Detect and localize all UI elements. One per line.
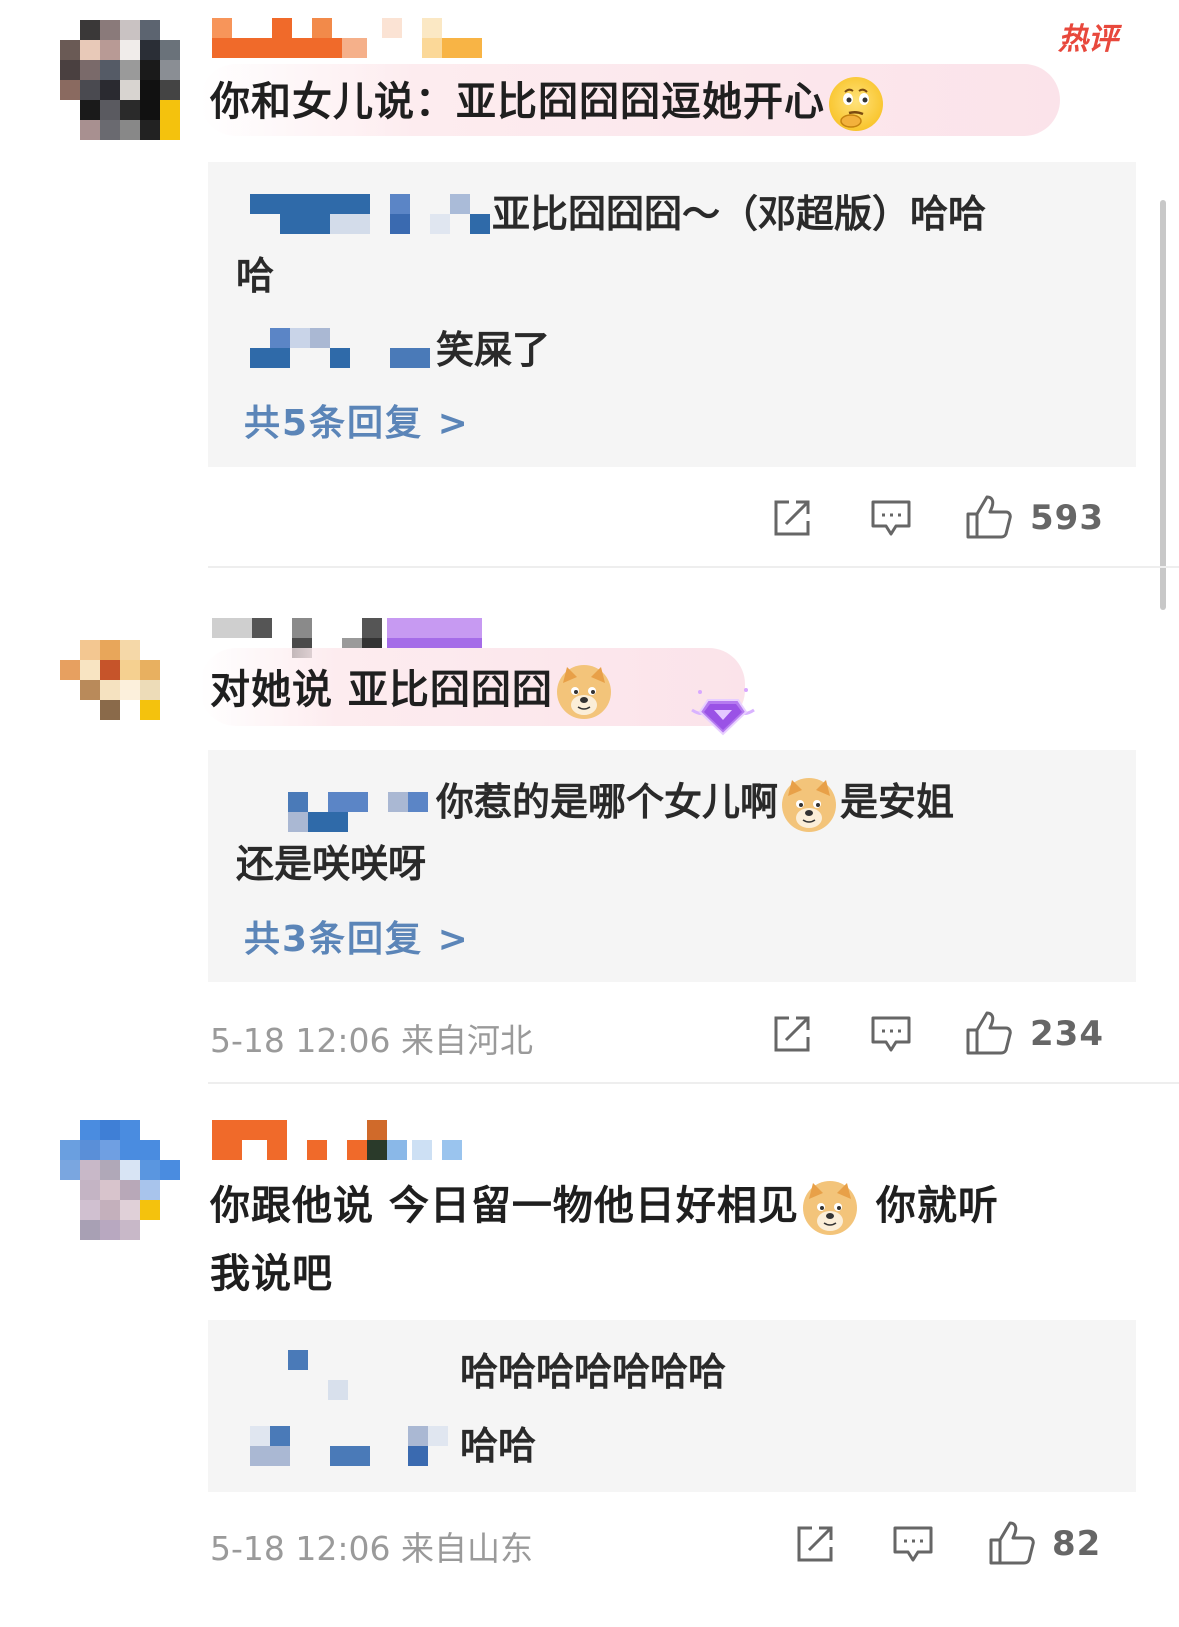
like-icon[interactable] [965, 1010, 1013, 1056]
avatar[interactable] [60, 620, 180, 740]
like-count: 82 [1052, 1524, 1102, 1564]
avatar[interactable] [60, 20, 180, 140]
reply-preview-box[interactable]: 你惹的是哪个女儿啊 是安姐 还是咲咲呀 共3条回复 > [208, 750, 1136, 982]
divider [208, 566, 1179, 568]
reply-text: 亚比囧囧囧～（邓超版）哈哈 [492, 192, 987, 236]
comment-timestamp-location: 5-18 12:06 来自河北 [210, 1021, 533, 1060]
hot-comment-badge: 热评 [1058, 22, 1118, 57]
reply-username[interactable] [288, 792, 428, 832]
like-icon[interactable] [988, 1520, 1036, 1566]
reply-text: 你惹的是哪个女儿啊 是安姐 [436, 770, 954, 834]
reply-text: 笑屎了 [436, 328, 551, 372]
scrollbar[interactable] [1160, 200, 1166, 610]
doge-icon [802, 1181, 857, 1235]
comment-text: 你和女儿说：亚比囧囧囧逗她开心 [210, 68, 887, 136]
share-icon[interactable] [795, 1524, 835, 1564]
divider [208, 1082, 1179, 1084]
reply-username[interactable] [250, 194, 510, 234]
reply-preview-box[interactable]: 哈哈哈哈哈哈哈 哈哈 [208, 1320, 1136, 1492]
view-more-replies-link[interactable]: 共3条回复 > [244, 910, 470, 962]
reply-username[interactable] [250, 1426, 450, 1466]
comment-icon[interactable] [870, 1014, 912, 1054]
comment-timestamp-location: 5-18 12:06 来自山东 [210, 1529, 533, 1568]
reply-username[interactable] [288, 1350, 348, 1410]
doge-icon [782, 777, 837, 832]
username[interactable] [212, 1120, 462, 1160]
diamond-badge-icon [691, 688, 755, 736]
reply-username[interactable] [250, 328, 440, 368]
username[interactable] [212, 18, 482, 58]
like-count: 593 [1030, 498, 1104, 538]
view-more-replies-link[interactable]: 共5条回复 > [244, 394, 470, 446]
comment-icon[interactable] [892, 1524, 934, 1564]
reply-text-continued: 还是咲咲呀 [236, 842, 427, 886]
comment-text: 对她说 亚比囧囧囧 [210, 656, 615, 724]
like-count: 234 [1030, 1014, 1104, 1054]
reply-preview-box[interactable]: 亚比囧囧囧～（邓超版）哈哈 哈 笑屎了 共5条回复 > [208, 162, 1136, 467]
thinking-face-icon [829, 77, 883, 131]
reply-text: 哈哈哈哈哈哈哈 [460, 1350, 727, 1394]
share-icon[interactable] [772, 1014, 812, 1054]
doge-icon [556, 665, 611, 719]
reply-text-continued: 哈 [236, 254, 275, 298]
comment-icon[interactable] [870, 498, 912, 538]
reply-text: 哈哈 [460, 1424, 537, 1468]
avatar[interactable] [60, 1120, 180, 1240]
share-icon[interactable] [772, 498, 812, 538]
like-icon[interactable] [965, 494, 1013, 540]
comment-text: 你跟他说 今日留一物他日好相见 你就听 我说吧 [210, 1181, 999, 1297]
